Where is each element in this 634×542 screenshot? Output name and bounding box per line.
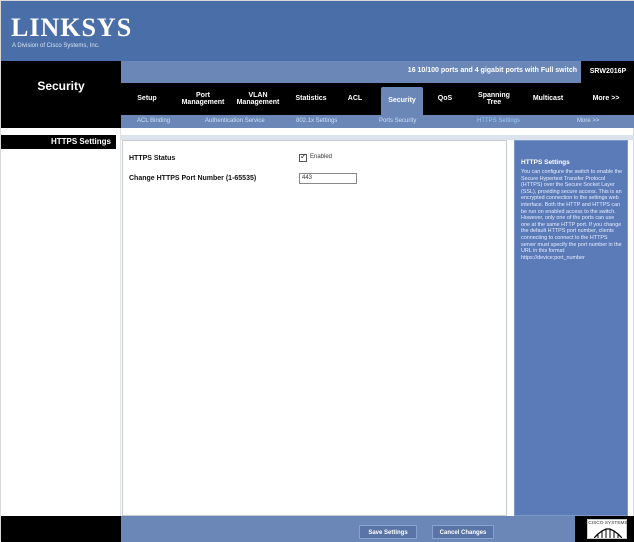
- cisco-bridge-icon: [594, 528, 622, 538]
- left-panel: HTTPS Settings: [1, 128, 121, 516]
- tab-acl[interactable]: ACL: [341, 83, 369, 115]
- model-name: SRW2016P: [581, 61, 634, 83]
- https-port-input[interactable]: 443: [299, 173, 357, 184]
- help-panel: HTTPS Settings You can configure the swi…: [514, 140, 628, 516]
- subtab-authentication-service[interactable]: Authentication Service: [205, 115, 265, 128]
- cancel-changes-button[interactable]: Cancel Changes: [432, 525, 494, 539]
- tab-statistics[interactable]: Statistics: [289, 83, 333, 115]
- section-title: Security: [37, 79, 85, 93]
- tab-qos[interactable]: QoS: [429, 83, 461, 115]
- page-title: HTTPS Settings: [1, 135, 116, 149]
- device-banner: 16 10/100 ports and 4 gigabit ports with…: [121, 61, 634, 83]
- tab-spanning-tree[interactable]: Spanning Tree: [471, 83, 517, 115]
- subtab-ports-security[interactable]: Ports Security: [379, 115, 416, 128]
- help-text: You can configure the switch to enable t…: [521, 169, 623, 261]
- device-description: 16 10/100 ports and 4 gigabit ports with…: [407, 67, 577, 74]
- logo-tagline: A Division of Cisco Systems, Inc.: [12, 43, 100, 49]
- app-window: LINKSYS A Division of Cisco Systems, Inc…: [0, 0, 634, 542]
- tab-more[interactable]: More >>: [581, 83, 631, 115]
- cisco-logo-text: CISCO SYSTEMS: [588, 521, 628, 526]
- tab-vlan-management[interactable]: VLAN Management: [233, 83, 283, 115]
- https-enabled-label: Enabled: [310, 154, 333, 160]
- subtab-more[interactable]: More >>: [577, 115, 599, 128]
- tab-port-management[interactable]: Port Management: [181, 83, 225, 115]
- subtab-https-settings[interactable]: HTTPS Settings: [477, 115, 520, 128]
- section-header: Security: [1, 61, 121, 128]
- settings-panel: HTTPS Status Enabled Change HTTPS Port N…: [122, 140, 507, 516]
- tab-multicast[interactable]: Multicast: [525, 83, 571, 115]
- subtab-8021x-settings[interactable]: 802.1x Settings: [296, 115, 337, 128]
- footer: Save Settings Cancel Changes CISCO SYSTE…: [1, 516, 634, 542]
- help-title: HTTPS Settings: [521, 159, 570, 166]
- https-status-label: HTTPS Status: [129, 155, 176, 162]
- https-port-label: Change HTTPS Port Number (1-65535): [129, 175, 257, 182]
- main-tabs: Setup Port Management VLAN Management St…: [121, 83, 634, 115]
- subtab-acl-binding[interactable]: ACL Binding: [137, 115, 170, 128]
- cisco-logo: CISCO SYSTEMS: [587, 519, 628, 539]
- tab-security[interactable]: Security: [381, 87, 423, 115]
- logo-bar: LINKSYS A Division of Cisco Systems, Inc…: [1, 1, 634, 61]
- https-enabled-checkbox[interactable]: [299, 152, 307, 162]
- footer-bar: Save Settings Cancel Changes: [121, 516, 575, 542]
- linksys-logo: LINKSYS: [11, 13, 133, 42]
- tab-setup[interactable]: Setup: [127, 83, 167, 115]
- sub-tabs: ACL Binding Authentication Service 802.1…: [121, 115, 634, 128]
- save-settings-button[interactable]: Save Settings: [359, 525, 417, 539]
